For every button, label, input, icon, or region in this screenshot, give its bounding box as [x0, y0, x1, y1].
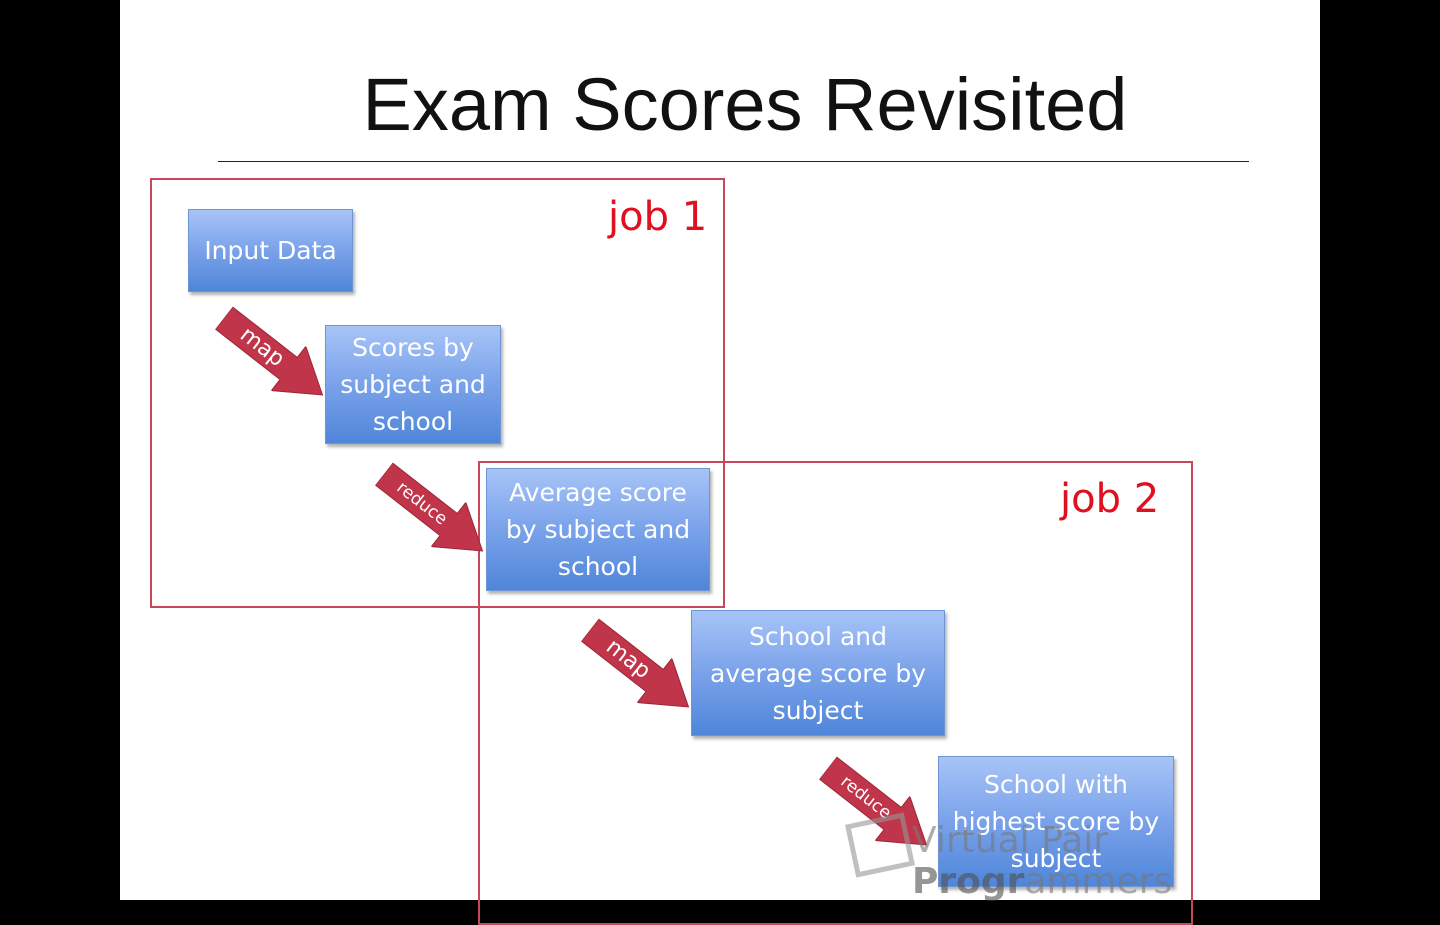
scores-by-subject-box: Scores by subject and school	[325, 325, 501, 444]
slide: Exam Scores Revisited job 1 job 2 Input …	[120, 0, 1320, 925]
watermark-bold: Progr	[912, 861, 1025, 902]
title-divider	[218, 161, 1249, 162]
watermark: Virtual Pair Programmers	[912, 820, 1320, 902]
watermark-text: Virtual Pair	[912, 820, 1109, 861]
watermark-rest: ammers	[1024, 861, 1173, 902]
job-2-label: job 2	[1060, 476, 1160, 522]
job-1-label: job 1	[608, 194, 708, 240]
input-data-box: Input Data	[188, 209, 353, 292]
average-score-box: Average score by subject and school	[486, 468, 710, 591]
school-average-box: School and average score by subject	[691, 610, 945, 736]
slide-title: Exam Scores Revisited	[362, 63, 1128, 146]
